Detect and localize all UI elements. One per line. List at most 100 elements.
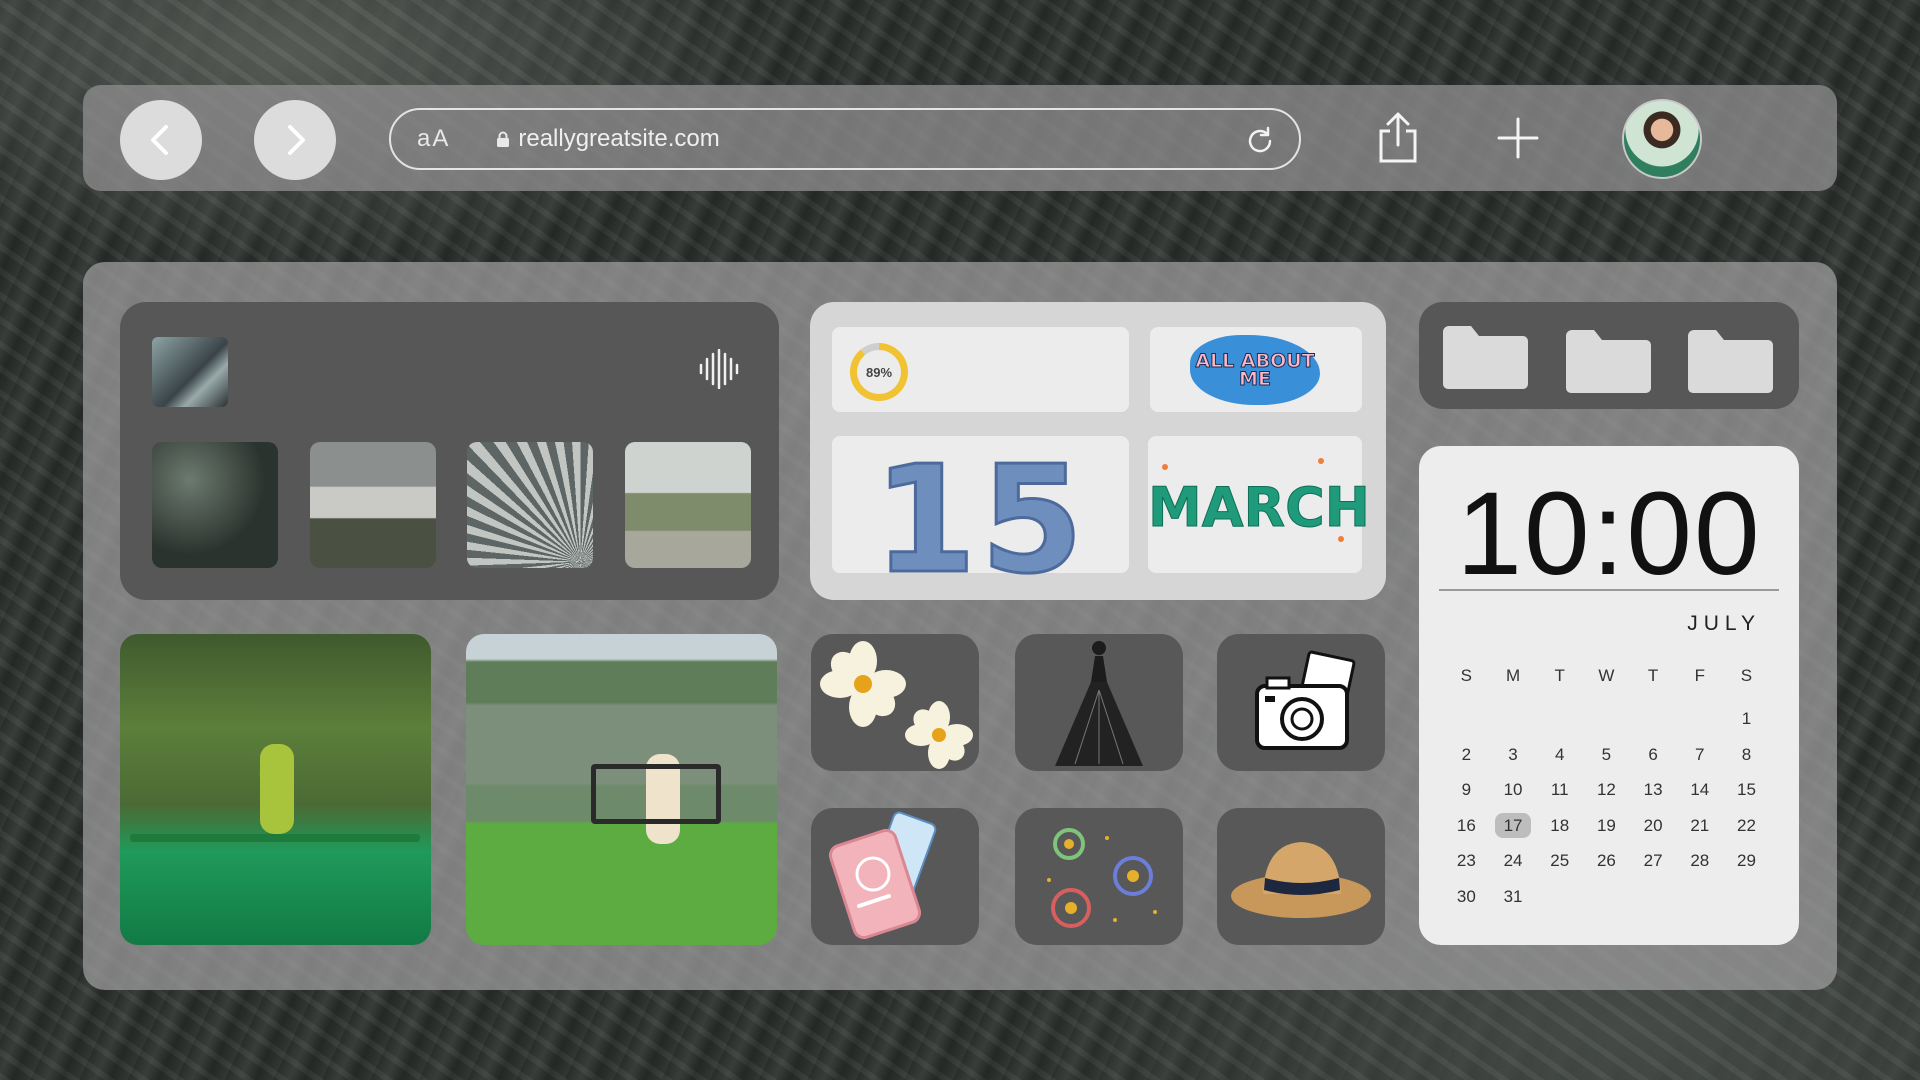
calendar-day[interactable]: 15 (1723, 780, 1770, 800)
calendar-day[interactable]: 25 (1536, 851, 1583, 871)
gown-tile[interactable] (1015, 634, 1183, 771)
calendar-day[interactable]: 28 (1676, 851, 1723, 871)
weekday-label: M (1505, 665, 1521, 685)
gallery-photo-stairs[interactable] (625, 442, 751, 568)
sticker-text: ALL ABOUT ME (1195, 350, 1315, 390)
calendar-day[interactable]: 5 (1583, 745, 1630, 765)
calendar-day[interactable]: 4 (1536, 745, 1583, 765)
calendar-day[interactable]: 24 (1490, 851, 1537, 871)
bench (591, 764, 721, 824)
folder-icon[interactable] (1684, 326, 1776, 396)
calendar-week: 1 (1443, 702, 1770, 738)
progress-label: 89% (857, 350, 901, 394)
bench (130, 834, 420, 842)
album-cover-thumbnail[interactable] (152, 337, 228, 407)
date-widget: 89% ALL ABOUT ME 15 MARCH (810, 302, 1386, 608)
photo-lakeside-bench[interactable] (466, 634, 777, 945)
calendar-week: 2 3 4 5 6 7 8 (1443, 737, 1770, 773)
calendar-day[interactable]: 9 (1443, 780, 1490, 800)
calendar-day[interactable]: 8 (1723, 745, 1770, 765)
calendar-day[interactable]: 12 (1583, 780, 1630, 800)
folder-icon[interactable] (1439, 322, 1531, 392)
camera-tile[interactable] (1217, 634, 1385, 771)
divider (1439, 589, 1779, 591)
address-bar[interactable]: aA reallygreatsite.com (389, 108, 1301, 170)
clock-time: 10:00 (1456, 468, 1762, 600)
selected-day-highlight: 17 (1494, 812, 1532, 838)
calendar-week: 9 10 11 12 13 14 15 (1443, 773, 1770, 809)
calendar-day[interactable]: 13 (1630, 780, 1677, 800)
calendar-day[interactable]: 1 (1723, 709, 1770, 729)
calendar-day[interactable]: 29 (1723, 851, 1770, 871)
passport-tile[interactable] (811, 808, 979, 945)
calendar-day[interactable]: 23 (1443, 851, 1490, 871)
weekday-label: F (1694, 665, 1705, 685)
hat-tile[interactable] (1217, 808, 1385, 945)
sparkle-decoration (1162, 464, 1168, 470)
text-size-button[interactable]: aA (417, 125, 450, 153)
daisy-flowers-icon (820, 641, 973, 769)
calendar-day[interactable]: 2 (1443, 745, 1490, 765)
gown-dress-icon (1055, 641, 1143, 766)
calendar-day[interactable]: 20 (1630, 816, 1677, 836)
calendar-day[interactable]: 10 (1490, 780, 1537, 800)
calendar-day[interactable]: 16 (1443, 816, 1490, 836)
calendar-day[interactable]: 21 (1676, 816, 1723, 836)
calendar-day[interactable]: 3 (1490, 745, 1537, 765)
flowers-tile[interactable] (1015, 808, 1183, 945)
chevron-right-icon (288, 125, 305, 155)
forward-button[interactable] (254, 100, 336, 180)
camera-icon (1255, 650, 1356, 750)
gallery-photo-palm[interactable] (467, 442, 593, 568)
calendar-day[interactable]: 30 (1443, 887, 1490, 907)
gallery-photo-building[interactable] (310, 442, 436, 568)
weekday-label: W (1598, 665, 1615, 685)
weekday-header: S M T W T F S (1443, 658, 1770, 694)
calendar-week: 16 17 18 19 20 21 22 (1443, 808, 1770, 844)
passport-tickets-icon (828, 811, 937, 940)
progress-ring: 89% (850, 343, 908, 401)
calendar-day[interactable]: 19 (1583, 816, 1630, 836)
day-card[interactable]: 15 (832, 433, 1129, 608)
photo-gallery-widget (120, 302, 779, 600)
avatar[interactable] (1622, 99, 1702, 179)
sparkle-decoration (1318, 458, 1324, 464)
weekday-label: S (1740, 665, 1753, 685)
folder-icon[interactable] (1562, 326, 1654, 396)
chevron-left-icon (151, 125, 168, 155)
calendar-day[interactable]: 6 (1630, 745, 1677, 765)
calendar-day[interactable]: 27 (1630, 851, 1677, 871)
calendar-day-selected[interactable]: 17 (1490, 812, 1537, 838)
calendar-day[interactable]: 18 (1536, 816, 1583, 836)
url-text: reallygreatsite.com (518, 125, 720, 152)
weekday-label: T (1647, 665, 1659, 685)
person-figure (260, 744, 294, 834)
calendar-day[interactable]: 26 (1583, 851, 1630, 871)
share-icon[interactable] (1373, 111, 1423, 165)
weekday-label: S (1460, 665, 1473, 685)
about-me-card[interactable]: ALL ABOUT ME (1150, 327, 1362, 412)
flowers-doodle-icon (1047, 828, 1157, 928)
calendar-day[interactable]: 31 (1490, 887, 1537, 907)
plus-icon[interactable] (1497, 117, 1539, 159)
browser-toolbar: aA reallygreatsite.com (83, 85, 1837, 191)
gallery-photo-leaves[interactable] (152, 442, 278, 568)
reload-icon[interactable] (1243, 124, 1277, 158)
calendar-day[interactable]: 22 (1723, 816, 1770, 836)
weekday-label: T (1554, 665, 1565, 685)
calendar-day[interactable]: 7 (1676, 745, 1723, 765)
calendar-week: 23 24 25 26 27 28 29 (1443, 844, 1770, 880)
calendar-day[interactable]: 11 (1536, 780, 1583, 800)
straw-hat-icon (1231, 842, 1371, 918)
sound-wave-icon[interactable] (698, 349, 742, 389)
calendar-month: JULY (1687, 612, 1761, 635)
daisy-tile[interactable] (811, 634, 979, 771)
month-card[interactable]: MARCH (1148, 436, 1371, 573)
back-button[interactable] (120, 100, 202, 180)
month-text: MARCH (1148, 476, 1371, 540)
lock-icon (497, 131, 510, 147)
progress-card[interactable]: 89% (832, 327, 1129, 412)
calendar-day[interactable]: 14 (1676, 780, 1723, 800)
calendar-week: 30 31 (1443, 879, 1770, 915)
photo-garden-bench[interactable] (120, 634, 431, 945)
